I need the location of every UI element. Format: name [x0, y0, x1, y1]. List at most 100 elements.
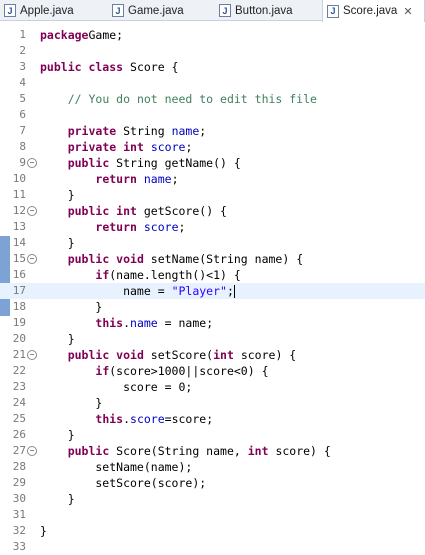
code-line[interactable]: 22 if(score>1000||score<0) {	[0, 363, 425, 379]
code-line[interactable]: 14 }	[0, 235, 425, 251]
code-token: setName(name);	[40, 460, 193, 474]
code-text: private String name;	[40, 123, 207, 139]
code-token: setName(String name) {	[143, 252, 304, 266]
code-line[interactable]: 33	[0, 539, 425, 555]
line-number: 17	[12, 284, 26, 297]
code-token: int	[247, 444, 269, 458]
line-number: 13	[12, 220, 26, 233]
code-line[interactable]: 11 }	[0, 187, 425, 203]
code-text: name = "Player";	[40, 283, 235, 299]
line-number: 4	[19, 76, 26, 89]
code-token: }	[40, 492, 75, 506]
tab-score-java[interactable]: J Score.java ✕	[322, 0, 425, 22]
code-line[interactable]: 29 setScore(score);	[0, 475, 425, 491]
close-icon[interactable]: ✕	[403, 5, 412, 18]
line-number: 9	[19, 156, 26, 169]
code-token: this	[95, 316, 124, 330]
code-line[interactable]: 16 if(name.length()<1) {	[0, 267, 425, 283]
line-number: 29	[12, 476, 26, 489]
code-text: if(name.length()<1) {	[40, 267, 240, 283]
code-token: public int	[67, 204, 137, 218]
code-line[interactable]: 13 return score;	[0, 219, 425, 235]
line-number: 20	[12, 332, 26, 345]
code-token: }	[40, 396, 103, 410]
code-token: score) {	[268, 444, 331, 458]
code-line[interactable]: 32}	[0, 523, 425, 539]
code-line[interactable]: 18 }	[0, 299, 425, 315]
code-line[interactable]: 5 // You do not need to edit this file	[0, 91, 425, 107]
code-line[interactable]: 26 }	[0, 427, 425, 443]
line-number: 8	[19, 140, 26, 153]
code-line[interactable]: 30 }	[0, 491, 425, 507]
code-line[interactable]: 25 this.score=score;	[0, 411, 425, 427]
tab-label: Button.java	[235, 4, 293, 17]
code-line[interactable]: 3 public class Score {	[0, 59, 425, 75]
line-number: 5	[19, 92, 26, 105]
code-line[interactable]: 21− public void setScore(int score) {	[0, 347, 425, 363]
code-line[interactable]: 28 setName(name);	[0, 459, 425, 475]
code-line[interactable]: 6	[0, 107, 425, 123]
fold-collapse-icon[interactable]: −	[27, 254, 37, 264]
code-token: package	[40, 28, 89, 42]
fold-collapse-icon[interactable]: −	[27, 350, 37, 360]
code-text: // You do not need to edit this file	[40, 91, 317, 107]
code-line[interactable]: 15− public void setName(String name) {	[0, 251, 425, 267]
tab-label: Game.java	[128, 4, 184, 17]
code-text: }	[40, 187, 75, 203]
code-token: getScore() {	[136, 204, 227, 218]
code-text: public void setName(String name) {	[40, 251, 303, 267]
line-number: 23	[12, 380, 26, 393]
code-token: .	[123, 316, 131, 330]
code-line[interactable]: 10 return name;	[0, 171, 425, 187]
line-number: 10	[12, 172, 26, 185]
fold-collapse-icon[interactable]: −	[27, 158, 37, 168]
line-number: 16	[12, 268, 26, 281]
tab-button-java[interactable]: J Button.java	[215, 0, 318, 21]
line-number: 33	[12, 540, 26, 553]
code-token: score	[143, 220, 179, 234]
code-text: private int score;	[40, 139, 193, 155]
code-text: }	[40, 491, 75, 507]
code-line[interactable]: 27− public Score(String name, int score)…	[0, 443, 425, 459]
code-token: ;	[226, 284, 234, 298]
code-text: return score;	[40, 219, 185, 235]
code-line[interactable]: 4	[0, 75, 425, 91]
code-token: ;	[199, 124, 207, 138]
code-line[interactable]: 12− public int getScore() {	[0, 203, 425, 219]
code-line[interactable]: 2	[0, 43, 425, 59]
code-line[interactable]: 19 this.name = name;	[0, 315, 425, 331]
code-token: public class	[40, 60, 124, 74]
code-line[interactable]: 9− public String getName() {	[0, 155, 425, 171]
code-line[interactable]: 1 packageGame;	[0, 27, 425, 43]
code-line[interactable]: 20 }	[0, 331, 425, 347]
line-number: 18	[12, 300, 26, 313]
code-line[interactable]: 17 name = "Player";	[0, 283, 425, 299]
code-token: String getName() {	[109, 156, 241, 170]
code-line[interactable]: 7 private String name;	[0, 123, 425, 139]
fold-collapse-icon[interactable]: −	[27, 206, 37, 216]
code-line[interactable]: 31	[0, 507, 425, 523]
code-line[interactable]: 23 score = 0;	[0, 379, 425, 395]
code-token: name =	[40, 284, 172, 298]
code-token: }	[40, 332, 75, 346]
code-text: }	[40, 235, 75, 251]
code-line[interactable]: 24 }	[0, 395, 425, 411]
code-line[interactable]: 8 private int score;	[0, 139, 425, 155]
code-token: // You do not need to edit this file	[67, 92, 317, 106]
tab-apple-java[interactable]: J Apple.java	[0, 0, 103, 21]
code-editor[interactable]: 1 packageGame; 2 3 public class Score {4 5 //…	[0, 22, 425, 553]
code-text: this.name = name;	[40, 315, 213, 331]
code-token: if	[95, 364, 110, 378]
tab-game-java[interactable]: J Game.java	[108, 0, 208, 21]
fold-collapse-icon[interactable]: −	[27, 446, 37, 456]
code-token: score	[150, 140, 186, 154]
code-text: setName(name);	[40, 459, 192, 475]
code-text: }	[40, 523, 47, 539]
